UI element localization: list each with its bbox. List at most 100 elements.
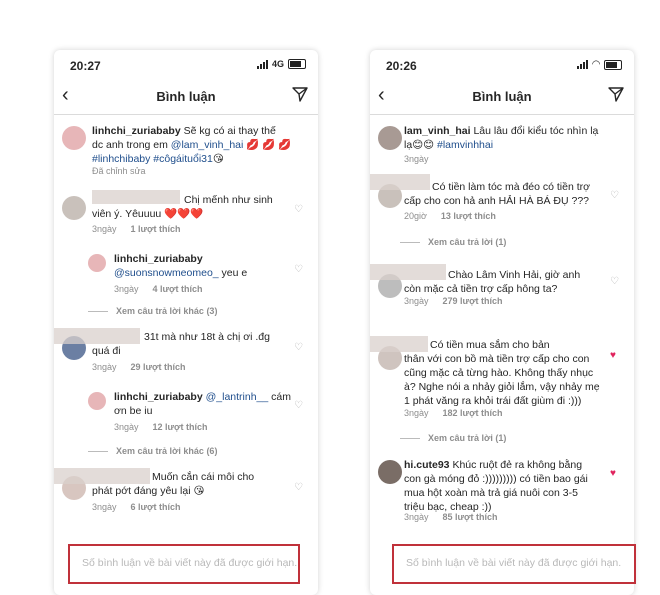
signal-icon <box>256 59 268 69</box>
comment-text: Có tiền làm tóc mà đéo có tiền trợ cấp c… <box>404 180 614 208</box>
status-indicators: 4G <box>256 59 306 69</box>
comment-meta: 3ngày 1 lượt thích <box>92 224 180 234</box>
comment-limit-text: Số bình luận về bài viết này đã được giớ… <box>82 557 298 569</box>
status-bar: 20:27 4G <box>54 50 318 78</box>
comment-line2: thân với con bồ mà tiền trợ cấp cho con <box>404 353 590 365</box>
comment-meta: 3ngày 182 lượt thích <box>404 408 502 418</box>
comment-likes[interactable]: 13 lượt thích <box>441 211 496 221</box>
comment-line2: còn mặc cả tiền trợ cấp hông ta? <box>404 283 558 295</box>
liked-heart-icon[interactable]: ♥ <box>610 350 620 361</box>
comment-text: Chị mếnh như sinh viên ý. Yêuuuu ❤️❤️❤️ <box>92 193 292 221</box>
right-screenshot: 20:26 ◠ ‹ Bình luận lam_vinh_hai Lâu lâu… <box>370 50 634 595</box>
like-heart-icon[interactable]: ♡ <box>610 190 620 201</box>
caption-mention[interactable]: @lam_vinh_hai <box>171 139 244 151</box>
comment-line2: quá đi <box>92 345 121 357</box>
like-heart-icon[interactable]: ♡ <box>294 264 304 275</box>
reply-mention[interactable]: @suonsnowmeomeo_ <box>114 267 219 279</box>
heart-emojis: ❤️❤️❤️ <box>164 208 204 220</box>
reply-body: yeu e <box>218 267 248 279</box>
reply-body-line2: ơn be iu <box>114 405 153 417</box>
left-screenshot: 20:27 4G ‹ Bình luận linhchi_zuriababy S… <box>54 50 318 595</box>
comment-likes[interactable]: 1 lượt thích <box>131 224 181 234</box>
comment-username[interactable]: hi.cute93 <box>404 459 450 471</box>
comment-likes[interactable]: 279 lượt thích <box>443 296 503 306</box>
caption-username[interactable]: linhchi_zuriababy <box>92 125 181 137</box>
comment-line1: Có tiền làm tóc mà đéo có tiền trợ <box>432 181 591 193</box>
view-replies[interactable]: Xem câu trả lời (1) <box>400 433 506 443</box>
caption-line1: Lâu lâu đổi kiểu tóc nhìn lạ <box>470 125 599 137</box>
comment-text: Có tiền mua sắm cho bản thân với con bồ … <box>404 338 620 408</box>
view-more-replies[interactable]: Xem câu trả lời khác (6) <box>88 446 217 456</box>
comment-text: Muốn cắn cái môi cho phát pớt đáng yêu l… <box>92 470 292 498</box>
avatar[interactable] <box>88 392 106 410</box>
comment-line4: à? Nghe nói a nhảy giỏi lắm, vậy nhảy mẹ <box>404 381 600 393</box>
comment-line1: Muốn cắn cái môi cho <box>152 471 255 483</box>
send-icon[interactable] <box>608 86 624 107</box>
view-more-replies[interactable]: Xem câu trả lời khác (3) <box>88 306 217 316</box>
comment-line1: Khúc ruột đẻ ra không bằng <box>449 459 583 471</box>
comment-line2: cấp cho con hả anh HẢI HÀ BÁ ĐỤ ??? <box>404 195 590 207</box>
page-title: Bình luận <box>472 89 532 104</box>
comment-time: 3ngày <box>404 296 429 306</box>
comment-time: 3ngày <box>92 502 117 512</box>
kiss-emoji: 😘 <box>212 153 224 165</box>
like-heart-icon[interactable]: ♡ <box>294 482 304 493</box>
kiss-emojis: 💋 💋 💋 <box>243 139 292 151</box>
avatar[interactable] <box>88 254 106 272</box>
comment-text: Chào Lâm Vinh Hải, giờ anh còn mặc cả ti… <box>404 268 614 296</box>
comment-meta: 3ngày 279 lượt thích <box>404 296 502 306</box>
caption-text: lam_vinh_hai Lâu lâu đổi kiểu tóc nhìn l… <box>404 124 624 152</box>
reply-username[interactable]: linhchi_zuriababy <box>114 391 203 403</box>
comment-line3: cũng mặc cả từng hào. Không thấy nhục <box>404 367 594 379</box>
status-bar: 20:26 ◠ <box>370 50 634 78</box>
signal-icon <box>577 60 589 69</box>
caption-hashtags[interactable]: #lamvinhhai <box>434 139 493 151</box>
reply-meta: 3ngày 4 lượt thích <box>114 284 202 294</box>
comment-meta: 3ngày 85 lượt thích <box>404 512 497 522</box>
caption-username[interactable]: lam_vinh_hai <box>404 125 471 137</box>
view-replies[interactable]: Xem câu trả lời (1) <box>400 237 506 247</box>
comment-likes[interactable]: 29 lượt thích <box>131 362 186 372</box>
comment-time: 20giờ <box>404 211 427 221</box>
like-heart-icon[interactable]: ♡ <box>294 204 304 215</box>
battery-icon <box>604 59 622 70</box>
reply-username[interactable]: linhchi_zuriababy <box>114 253 203 265</box>
avatar[interactable] <box>62 126 86 150</box>
caption-line2: dc anh trong em <box>92 139 171 151</box>
reply-mention[interactable]: @_lantrinh__ <box>206 391 269 403</box>
network-label: 4G <box>271 59 284 69</box>
battery-icon <box>288 59 306 69</box>
send-icon[interactable] <box>292 86 308 107</box>
comment-line2: phát pớt đáng yêu lại <box>92 485 194 497</box>
comment-time: 3ngày <box>404 408 429 418</box>
comment-limit-notice: Số bình luận về bài viết này đã được giớ… <box>68 544 300 584</box>
reply-time: 3ngày <box>114 422 139 432</box>
caption-line1: Sẽ kg có ai thay thế <box>180 125 276 137</box>
comment-limit-notice: Số bình luận về bài viết này đã được giớ… <box>392 544 636 584</box>
reply-time: 3ngày <box>114 284 139 294</box>
comment-line3: mua hột xoàn mà trả giá nuôi con 3-5 <box>404 487 578 499</box>
reply-likes[interactable]: 4 lượt thích <box>153 284 203 294</box>
like-heart-icon[interactable]: ♡ <box>294 400 304 411</box>
avatar[interactable] <box>378 460 402 484</box>
avatar[interactable] <box>62 196 86 220</box>
comment-text: hi.cute93 Khúc ruột đẻ ra không bằng con… <box>404 458 620 514</box>
avatar[interactable] <box>378 126 402 150</box>
status-time: 20:27 <box>70 59 101 73</box>
comment-likes[interactable]: 182 lượt thích <box>443 408 503 418</box>
comment-likes[interactable]: 85 lượt thích <box>443 512 498 522</box>
caption-line2: lạ <box>404 139 413 151</box>
reply-likes[interactable]: 12 lượt thích <box>153 422 208 432</box>
comment-line1: 31t mà như 18t à chị ơi .đg <box>144 331 270 343</box>
comment-text: 31t mà như 18t à chị ơi .đg quá đi <box>92 330 292 358</box>
comment-line1: Chào Lâm Vinh Hải, giờ anh <box>448 269 581 281</box>
comment-line1: Có tiền mua sắm cho bản <box>430 339 550 351</box>
liked-heart-icon[interactable]: ♥ <box>610 468 620 479</box>
like-heart-icon[interactable]: ♡ <box>610 276 620 287</box>
comment-likes[interactable]: 6 lượt thích <box>131 502 181 512</box>
comment-line1: Chị mếnh như sinh <box>184 194 273 206</box>
comment-meta: 20giờ 13 lượt thích <box>404 211 496 221</box>
caption-hashtags[interactable]: #linhchibaby #côgáituổi31 <box>92 153 213 165</box>
reply-text: linhchi_zuriababy @_lantrinh__ cám ơn be… <box>114 390 294 418</box>
like-heart-icon[interactable]: ♡ <box>294 342 304 353</box>
